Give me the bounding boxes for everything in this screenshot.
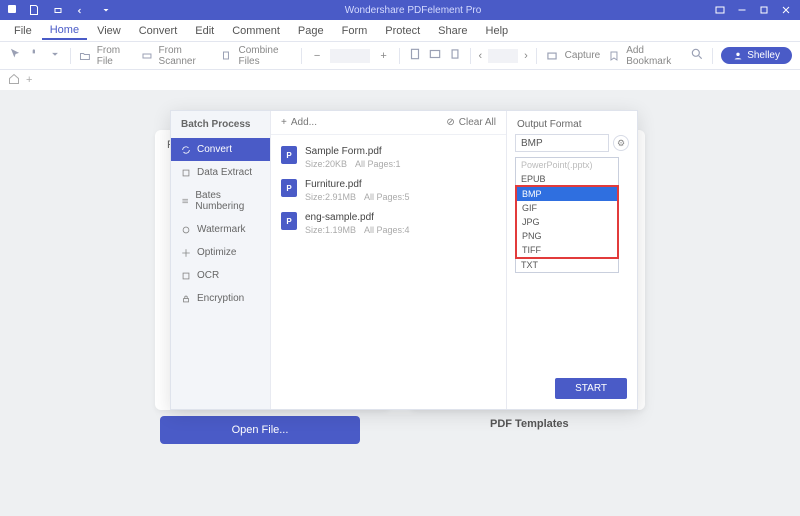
side-ocr[interactable]: OCR	[171, 264, 270, 287]
dropdown-icon[interactable]	[98, 2, 114, 18]
menu-view[interactable]: View	[89, 23, 129, 39]
cursor-icon[interactable]	[8, 47, 22, 64]
open-file-button[interactable]: Open File...	[160, 416, 360, 444]
mail-icon[interactable]	[712, 2, 728, 18]
dd-option[interactable]: TXT	[516, 258, 618, 272]
zoom-field[interactable]	[330, 49, 370, 63]
batch-process-dialog: × Batch Process Convert Data Extract Bat…	[170, 110, 638, 410]
menu-help[interactable]: Help	[478, 23, 517, 39]
toolbar: From File From Scanner Combine Files − +…	[0, 42, 800, 70]
dd-option[interactable]: PNG	[517, 229, 617, 243]
file-row[interactable]: P Sample Form.pdfSize:20KBAll Pages:1	[277, 141, 500, 174]
dd-option[interactable]: TIFF	[517, 243, 617, 257]
save-icon[interactable]	[26, 2, 42, 18]
dd-option[interactable]: GIF	[517, 201, 617, 215]
capture-button[interactable]: Capture	[545, 49, 601, 63]
menu-home[interactable]: Home	[42, 22, 87, 40]
side-encryption[interactable]: Encryption	[171, 287, 270, 310]
page-width-icon[interactable]	[428, 47, 442, 64]
next-page-icon[interactable]: ›	[524, 50, 528, 62]
zoom-in-icon[interactable]: +	[376, 50, 390, 62]
side-bates[interactable]: Bates Numbering	[171, 184, 270, 218]
pdf-icon: P	[281, 146, 297, 164]
side-convert[interactable]: Convert	[171, 138, 270, 161]
zoom-out-icon[interactable]: −	[310, 50, 324, 62]
titlebar: Wondershare PDFelement Pro	[0, 0, 800, 20]
start-button[interactable]: START	[555, 378, 627, 399]
user-pill[interactable]: Shelley	[721, 47, 792, 64]
settings-icon[interactable]: ⚙	[613, 135, 629, 151]
templates-label: PDF Templates	[490, 418, 569, 430]
file-row[interactable]: P eng-sample.pdfSize:1.19MBAll Pages:4	[277, 207, 500, 240]
chevron-down-icon[interactable]	[48, 47, 62, 64]
dd-option[interactable]: EPUB	[516, 172, 618, 186]
format-dropdown: PowerPoint(.pptx) EPUB BMP GIF JPG PNG T…	[515, 157, 619, 273]
pdf-icon: P	[281, 212, 297, 230]
prev-page-icon[interactable]: ‹	[478, 50, 482, 62]
close-icon[interactable]	[778, 2, 794, 18]
add-file-button[interactable]: + Add...	[281, 117, 317, 128]
page-actual-icon[interactable]	[448, 47, 462, 64]
pdf-icon: P	[281, 179, 297, 197]
menu-form[interactable]: Form	[334, 23, 376, 39]
breadcrumb: +	[0, 70, 800, 90]
menu-share[interactable]: Share	[430, 23, 475, 39]
from-scanner-button[interactable]: From Scanner	[141, 45, 213, 67]
from-file-button[interactable]: From File	[79, 45, 133, 67]
minimize-icon[interactable]	[734, 2, 750, 18]
menu-edit[interactable]: Edit	[187, 23, 222, 39]
search-icon[interactable]	[690, 47, 704, 64]
clear-all-button[interactable]: ⊘ Clear All	[446, 117, 496, 128]
format-select[interactable]: BMP	[515, 134, 609, 152]
home-icon[interactable]	[8, 73, 20, 88]
file-row[interactable]: P Furniture.pdfSize:2.91MBAll Pages:5	[277, 174, 500, 207]
dd-option[interactable]: JPG	[517, 215, 617, 229]
dialog-title: Batch Process	[171, 111, 270, 138]
undo-icon[interactable]	[74, 2, 90, 18]
menubar: File Home View Convert Edit Comment Page…	[0, 20, 800, 42]
maximize-icon[interactable]	[756, 2, 772, 18]
side-data-extract[interactable]: Data Extract	[171, 161, 270, 184]
dd-option[interactable]: BMP	[517, 187, 617, 201]
page-fit-icon[interactable]	[408, 47, 422, 64]
menu-file[interactable]: File	[6, 23, 40, 39]
menu-page[interactable]: Page	[290, 23, 332, 39]
side-watermark[interactable]: Watermark	[171, 218, 270, 241]
add-tab-icon[interactable]: +	[26, 74, 32, 86]
side-optimize[interactable]: Optimize	[171, 241, 270, 264]
print-icon[interactable]	[50, 2, 66, 18]
output-format-label: Output Format	[507, 111, 637, 134]
bookmark-button[interactable]: Add Bookmark	[608, 45, 682, 67]
menu-convert[interactable]: Convert	[131, 23, 186, 39]
menu-comment[interactable]: Comment	[224, 23, 288, 39]
page-field[interactable]	[488, 49, 518, 63]
hand-icon[interactable]	[28, 47, 42, 64]
app-icon	[6, 3, 18, 18]
combine-files-button[interactable]: Combine Files	[221, 45, 293, 67]
menu-protect[interactable]: Protect	[377, 23, 428, 39]
window-title: Wondershare PDFelement Pro	[114, 5, 712, 16]
dd-option[interactable]: PowerPoint(.pptx)	[516, 158, 618, 172]
